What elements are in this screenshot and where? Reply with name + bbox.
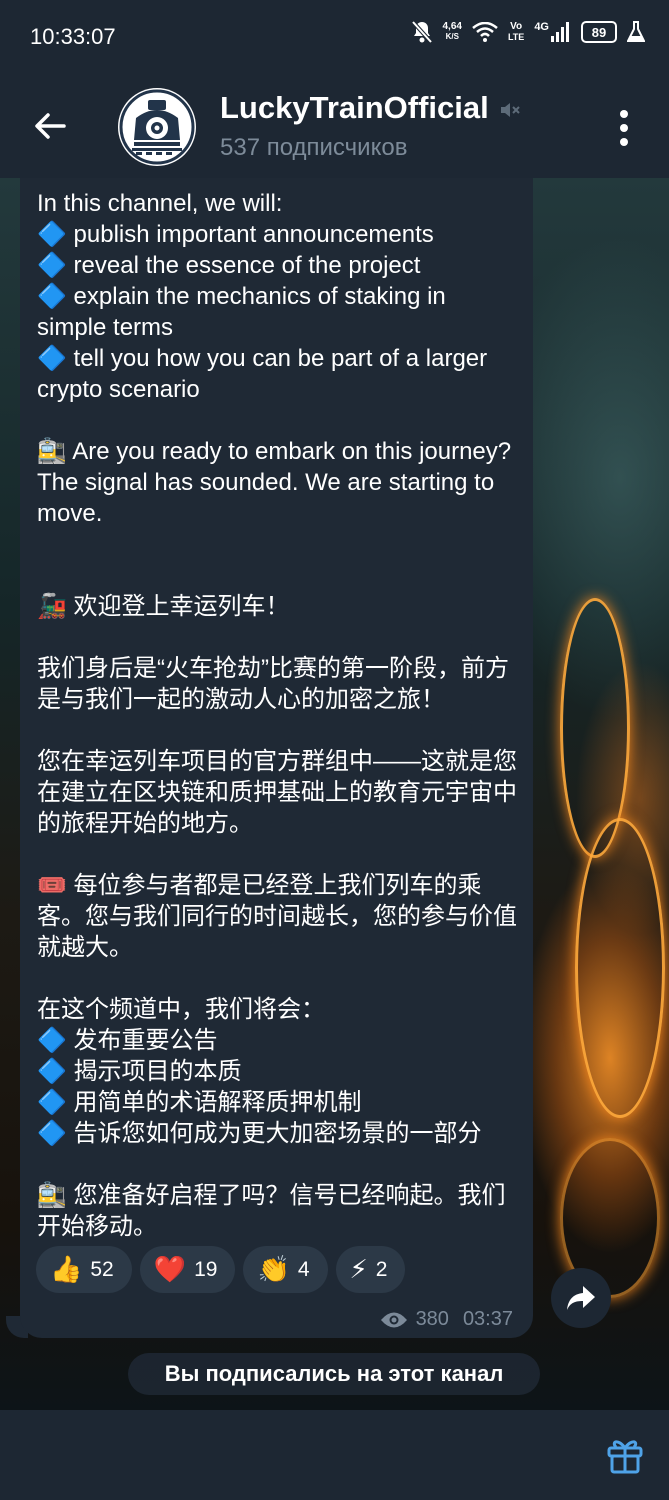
post-meta: 380 03:37 bbox=[380, 1308, 513, 1331]
gift-icon[interactable] bbox=[606, 1434, 644, 1474]
post-time: 03:37 bbox=[462, 1308, 513, 1330]
bell-off-icon bbox=[411, 20, 432, 44]
lightning-icon: ⚡ bbox=[349, 1254, 368, 1284]
reaction-count: 2 bbox=[375, 1257, 388, 1281]
reaction-count: 52 bbox=[90, 1257, 114, 1281]
thumbs-up-icon: 👍 bbox=[50, 1254, 83, 1284]
telegram-channel-screen: 10:33:07 4,64 K/S Vo LTE 4G 89 LuckyTrai… bbox=[0, 0, 669, 1500]
muted-speaker-icon bbox=[501, 103, 520, 117]
reaction-count: 4 bbox=[297, 1257, 310, 1281]
back-arrow-icon[interactable] bbox=[30, 106, 70, 146]
reaction-clap[interactable]: 👏 4 bbox=[243, 1246, 328, 1293]
train-logo-icon bbox=[119, 89, 195, 165]
status-bar: 10:33:07 4,64 K/S Vo LTE 4G 89 bbox=[0, 0, 669, 76]
signal-group: 4G bbox=[534, 22, 571, 42]
subscribed-notice-text: Вы подписались на этот канал bbox=[164, 1361, 504, 1386]
wifi-icon bbox=[472, 22, 498, 42]
wallpaper-filament-2 bbox=[575, 818, 665, 1118]
flask-icon bbox=[627, 21, 645, 42]
view-count: 380 bbox=[415, 1308, 449, 1330]
volte-indicator: Vo LTE bbox=[507, 21, 525, 43]
subscriber-count: 537 подписчиков bbox=[220, 134, 408, 161]
reaction-lightning[interactable]: ⚡ 2 bbox=[335, 1246, 406, 1293]
reaction-thumbs-up[interactable]: 👍 52 bbox=[36, 1246, 132, 1293]
reaction-count: 19 bbox=[194, 1257, 218, 1281]
status-time: 10:33:07 bbox=[30, 24, 116, 49]
channel-name[interactable]: LuckyTrainOfficial bbox=[220, 90, 489, 126]
heart-icon: ❤️ bbox=[153, 1254, 187, 1284]
clapping-hands-icon: 👏 bbox=[257, 1254, 290, 1284]
channel-post: In this channel, we will: 🔷 publish impo… bbox=[20, 178, 533, 1338]
reactions-bar: 👍 52 ❤️ 19 👏 4 ⚡ 2 bbox=[36, 1246, 406, 1293]
share-button[interactable] bbox=[551, 1268, 611, 1328]
channel-avatar[interactable] bbox=[118, 88, 196, 166]
status-icons: 4,64 K/S Vo LTE 4G 89 bbox=[411, 20, 645, 44]
net-speed: 4,64 K/S bbox=[442, 21, 462, 42]
battery-icon: 89 bbox=[581, 21, 617, 43]
bottom-bar bbox=[0, 1410, 669, 1500]
battery-level: 89 bbox=[591, 24, 607, 40]
network-type: 4G bbox=[534, 21, 549, 33]
reaction-heart[interactable]: ❤️ 19 bbox=[139, 1246, 236, 1293]
share-arrow-icon bbox=[567, 1286, 595, 1310]
chat-header: LuckyTrainOfficial 537 подписчиков bbox=[0, 76, 669, 178]
eye-icon bbox=[380, 1312, 407, 1327]
more-options-icon[interactable] bbox=[610, 104, 638, 152]
signal-icon bbox=[551, 22, 569, 42]
subscribed-notice: Вы подписались на этот канал bbox=[128, 1353, 540, 1395]
post-text: In this channel, we will: 🔷 publish impo… bbox=[37, 190, 517, 1240]
